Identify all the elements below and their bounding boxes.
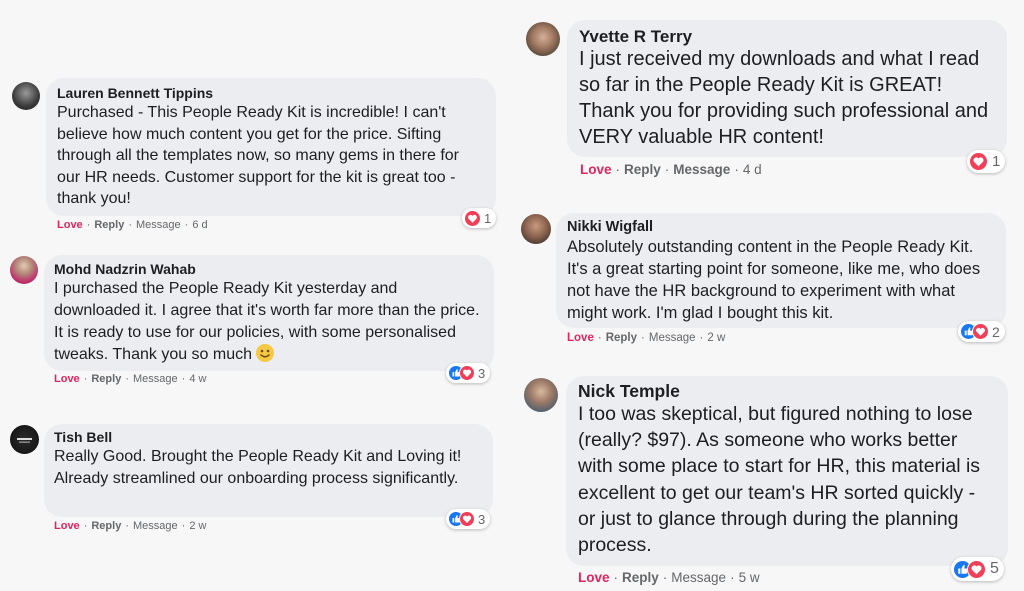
timestamp[interactable]: 2 w [707,332,725,344]
reaction-summary[interactable]: 3 [446,509,491,529]
timestamp[interactable]: 5 w [739,570,760,585]
heart-icon [970,153,987,170]
reply-link[interactable]: Reply [91,520,121,532]
reaction-count: 3 [478,365,486,381]
smiley-emoji-icon [256,344,275,362]
reaction-summary[interactable]: 1 [462,208,497,228]
love-link[interactable]: Love [54,520,80,532]
commenter-name[interactable]: Lauren Bennett Tippins [57,85,484,102]
comment-text: Absolutely outstanding content in the Pe… [567,238,981,322]
commenter-name[interactable]: Yvette R Terry [579,27,995,46]
reply-link[interactable]: Reply [91,373,121,385]
message-link[interactable]: Message [671,570,726,585]
reaction-summary[interactable]: 2 [958,321,1005,342]
love-link[interactable]: Love [580,162,612,177]
reaction-summary[interactable]: 1 [967,150,1006,173]
comment-bubble: Nikki Wigfall Absolutely outstanding con… [556,213,1006,328]
comment-actions: Love · Reply · Message · 2 w [54,520,207,532]
comment-bubble: Tish Bell Really Good. Brought the Peopl… [44,424,493,517]
commenter-name[interactable]: Mohd Nadzrin Wahab [54,261,482,278]
avatar[interactable] [524,378,558,412]
comment-bubble: Mohd Nadzrin Wahab I purchased the Peopl… [44,255,494,371]
heart-icon [967,559,986,579]
reaction-count: 5 [990,560,999,577]
comment-text: I too was skeptical, but figured nothing… [578,403,981,557]
comment-text: I just received my downloads and what I … [579,48,989,148]
message-link[interactable]: Message [673,162,730,177]
comment-bubble: Yvette R Terry I just received my downlo… [567,20,1007,157]
timestamp[interactable]: 4 d [743,162,762,177]
timestamp[interactable]: 2 w [189,520,206,532]
heart-icon [972,323,989,340]
comment-text-wrap: I purchased the People Ready Kit yesterd… [54,278,482,366]
comment-actions: Love · Reply · Message · 4 d [580,162,762,177]
love-link[interactable]: Love [578,570,610,585]
reaction-count: 1 [992,153,1001,170]
comment-text: Really Good. Brought the People Ready Ki… [54,448,462,487]
commenter-name[interactable]: Nikki Wigfall [567,218,994,236]
comment-actions: Love · Reply · Message · 6 d [57,219,208,231]
timestamp[interactable]: 6 d [192,219,207,231]
avatar[interactable] [526,22,560,56]
timestamp[interactable]: 4 w [189,373,206,385]
reaction-summary[interactable]: 3 [446,363,491,383]
comment-bubble: Lauren Bennett Tippins Purchased - This … [46,78,496,216]
message-link[interactable]: Message [133,520,178,532]
reaction-count: 3 [478,511,486,527]
reply-link[interactable]: Reply [94,219,124,231]
reply-link[interactable]: Reply [606,332,637,344]
heart-icon [459,511,475,527]
love-link[interactable]: Love [567,332,594,344]
love-link[interactable]: Love [54,373,80,385]
comment-bubble: Nick Temple I too was skeptical, but fig… [566,376,1008,566]
heart-icon [459,365,475,381]
reply-link[interactable]: Reply [624,162,661,177]
commenter-name[interactable]: Nick Temple [578,382,996,401]
reaction-summary[interactable]: 5 [951,557,1004,581]
commenter-name[interactable]: Tish Bell [54,429,481,446]
message-link[interactable]: Message [133,373,178,385]
avatar[interactable] [10,256,38,284]
reply-link[interactable]: Reply [622,570,659,585]
avatar[interactable] [521,214,551,244]
reaction-count: 2 [992,323,1000,340]
comment-actions: Love · Reply · Message · 2 w [567,332,726,344]
comment-text: Purchased - This People Ready Kit is inc… [57,104,459,207]
love-link[interactable]: Love [57,219,83,231]
reaction-count: 1 [484,210,492,226]
avatar[interactable] [10,425,39,454]
comment-actions: Love · Reply · Message · 4 w [54,373,207,385]
comment-actions: Love · Reply · Message · 5 w [578,570,760,585]
avatar[interactable] [12,82,40,110]
message-link[interactable]: Message [136,219,181,231]
heart-icon [465,210,480,226]
message-link[interactable]: Message [649,332,696,344]
